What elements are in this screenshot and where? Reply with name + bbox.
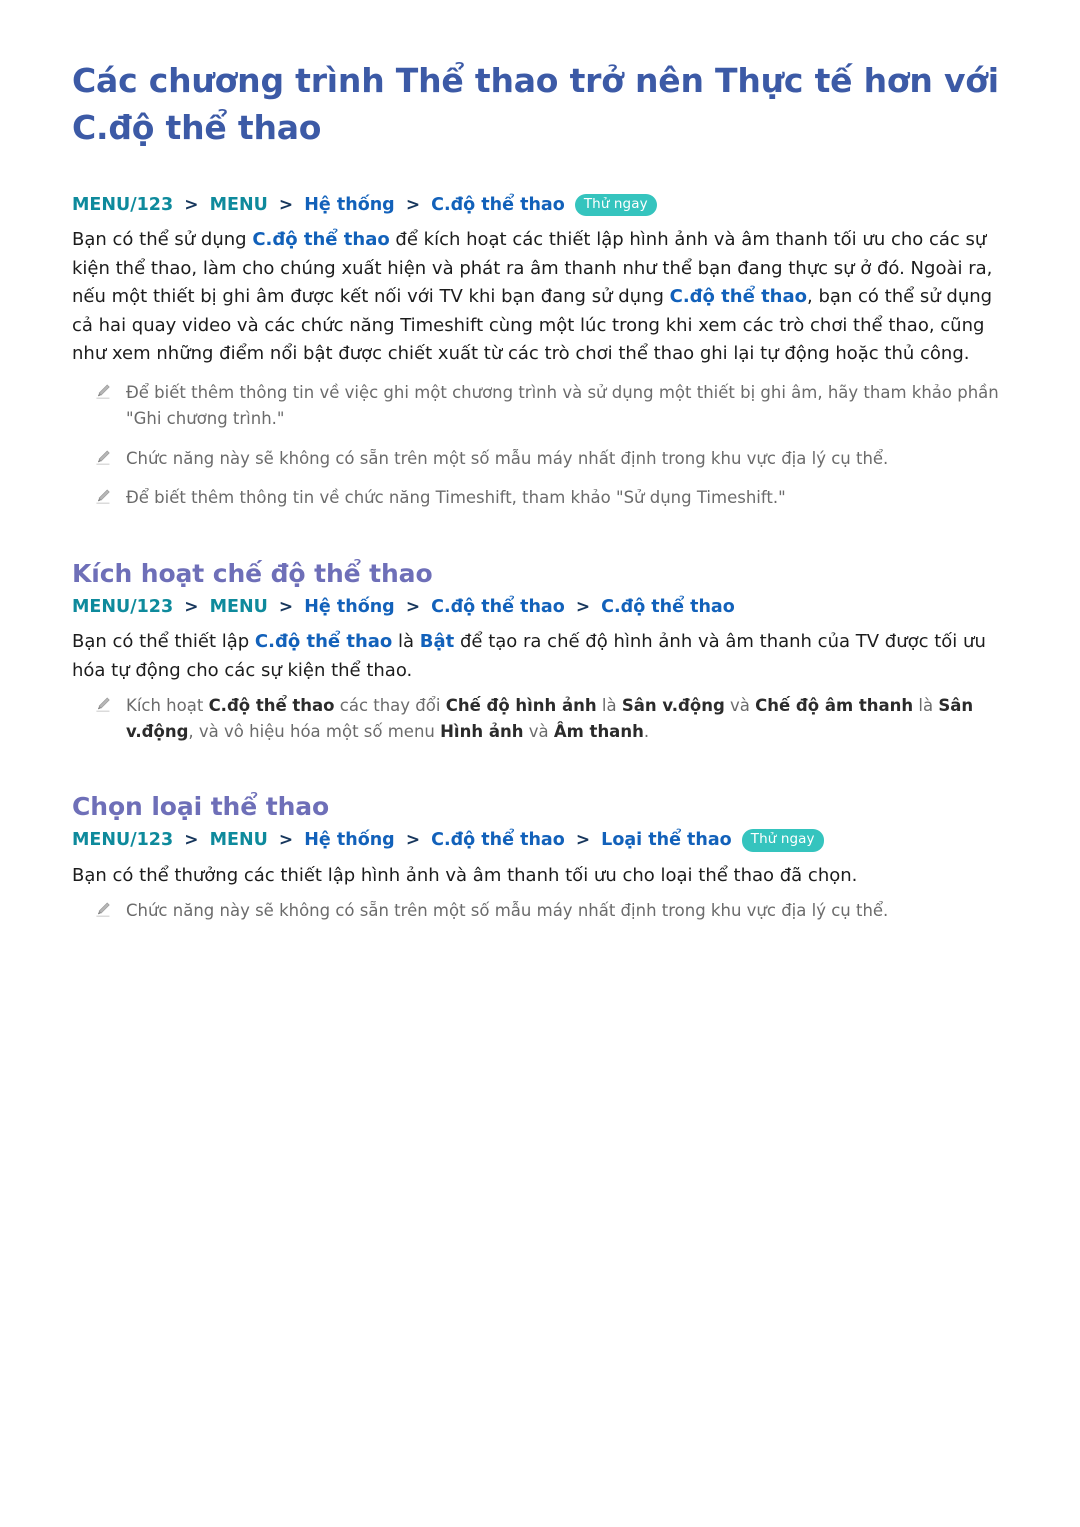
page-title: Các chương trình Thể thao trở nên Thực t… xyxy=(72,61,999,147)
breadcrumb-separator-icon: > xyxy=(278,596,294,617)
note-emphasis-sound-mode: Chế độ âm thanh xyxy=(755,696,914,716)
note-text: Chức năng này sẽ không có sẵn trên một s… xyxy=(126,448,889,468)
breadcrumb-separator-icon: > xyxy=(405,830,421,851)
note-text: Để biết thêm thông tin về chức năng Time… xyxy=(126,488,786,508)
note-text: Kích hoạt C.độ thể thao các thay đổi Chế… xyxy=(126,693,1018,744)
note-text-segment: , và vô hiệu hóa một số menu xyxy=(188,721,441,741)
pencil-icon xyxy=(96,697,110,712)
breadcrumb-item-menu[interactable]: MENU xyxy=(210,597,268,617)
note-text-segment: Kích hoạt xyxy=(126,696,209,716)
breadcrumb-item-menu[interactable]: MENU xyxy=(210,830,268,850)
breadcrumb-item-sports-mode[interactable]: C.độ thể thao xyxy=(431,830,565,850)
section-choose-sport-type: Chọn loại thể thao MENU/123 > MENU > Hệ … xyxy=(72,792,1018,924)
pencil-icon xyxy=(96,384,110,400)
note-emphasis-picture-menu: Hình ảnh xyxy=(440,721,524,741)
try-now-badge[interactable]: Thử ngay xyxy=(741,829,824,852)
breadcrumb-item-sport-type[interactable]: Loại thể thao xyxy=(601,830,732,850)
intro-note-list: Để biết thêm thông tin về việc ghi một c… xyxy=(72,380,1018,510)
note-item: Kích hoạt C.độ thể thao các thay đổi Chế… xyxy=(72,693,1018,744)
breadcrumb-separator-icon: > xyxy=(278,830,294,851)
breadcrumb-item-system[interactable]: Hệ thống xyxy=(304,830,394,850)
note-text: Chức năng này sẽ không có sẵn trên một s… xyxy=(126,901,889,921)
breadcrumb-item-menu123[interactable]: MENU/123 xyxy=(72,195,173,215)
try-now-badge[interactable]: Thử ngay xyxy=(574,193,657,217)
inline-emphasis-sports-mode: C.độ thể thao xyxy=(252,229,390,251)
note-item: Chức năng này sẽ không có sẵn trên một s… xyxy=(72,898,1018,924)
pencil-icon xyxy=(96,489,110,504)
note-emphasis-stadium-1: Sân v.động xyxy=(621,696,725,716)
breadcrumb-activate: MENU/123 > MENU > Hệ thống > C.độ thể th… xyxy=(72,594,1018,621)
note-item: Chức năng này sẽ không có sẵn trên một s… xyxy=(72,446,1018,472)
inline-emphasis-sports-mode: C.độ thể thao xyxy=(669,286,807,308)
breadcrumb-item-menu[interactable]: MENU xyxy=(210,195,268,215)
paragraph-text-segment: là xyxy=(392,631,420,653)
note-text-segment: và xyxy=(523,721,554,741)
breadcrumb-separator-icon: > xyxy=(184,194,199,215)
note-text-segment: các thay đổi xyxy=(334,696,446,716)
note-text: Để biết thêm thông tin về việc ghi một c… xyxy=(126,383,999,428)
note-item: Để biết thêm thông tin về chức năng Time… xyxy=(72,485,1018,511)
section-heading: Chọn loại thể thao xyxy=(72,792,330,822)
breadcrumb-item-system[interactable]: Hệ thống xyxy=(304,195,394,215)
breadcrumb-separator-icon: > xyxy=(575,830,591,851)
activate-note-list: Kích hoạt C.độ thể thao các thay đổi Chế… xyxy=(72,693,1018,744)
note-text-segment: là xyxy=(596,696,622,716)
inline-emphasis-on: Bật xyxy=(419,631,455,653)
note-emphasis-sports-mode: C.độ thể thao xyxy=(208,696,335,716)
breadcrumb-item-sports-mode-setting[interactable]: C.độ thể thao xyxy=(601,597,735,617)
note-text-segment: . xyxy=(643,721,650,741)
intro-paragraph: Bạn có thể sử dụng C.độ thể thao để kích… xyxy=(72,226,1017,368)
note-text-segment: là xyxy=(913,696,939,716)
pencil-icon xyxy=(96,902,110,917)
breadcrumb-item-menu123[interactable]: MENU/123 xyxy=(72,830,173,850)
breadcrumb-separator-icon: > xyxy=(278,194,294,215)
note-text-segment: và xyxy=(724,696,756,716)
choose-note-list: Chức năng này sẽ không có sẵn trên một s… xyxy=(72,898,1018,924)
choose-paragraph: Bạn có thể thưởng các thiết lập hình ảnh… xyxy=(72,864,858,886)
note-emphasis-sound-menu: Âm thanh xyxy=(553,721,644,741)
breadcrumb-choose: MENU/123 > MENU > Hệ thống > C.độ thể th… xyxy=(72,827,1018,854)
section-heading: Kích hoạt chế độ thể thao xyxy=(72,558,433,588)
breadcrumb-item-system[interactable]: Hệ thống xyxy=(304,597,394,617)
breadcrumb-separator-icon: > xyxy=(405,194,421,215)
note-item: Để biết thêm thông tin về việc ghi một c… xyxy=(72,380,1018,431)
manual-page: Các chương trình Thể thao trở nên Thực t… xyxy=(0,0,1080,1527)
paragraph-text-segment: Bạn có thể sử dụng xyxy=(72,229,253,251)
breadcrumb-separator-icon: > xyxy=(184,596,199,617)
breadcrumb-item-sports-mode[interactable]: C.độ thể thao xyxy=(431,195,565,215)
note-emphasis-picture-mode: Chế độ hình ảnh xyxy=(445,696,597,716)
paragraph-text-segment: Bạn có thể thiết lập xyxy=(72,631,255,653)
pencil-icon xyxy=(96,450,110,465)
section-activate-sports-mode: Kích hoạt chế độ thể thao MENU/123 > MEN… xyxy=(72,559,1018,745)
breadcrumb-item-sports-mode[interactable]: C.độ thể thao xyxy=(431,597,565,617)
breadcrumb-separator-icon: > xyxy=(405,596,421,617)
breadcrumb-item-menu123[interactable]: MENU/123 xyxy=(72,597,173,617)
breadcrumb-separator-icon: > xyxy=(184,830,199,851)
activate-paragraph: Bạn có thể thiết lập C.độ thể thao là Bậ… xyxy=(72,628,1017,685)
inline-emphasis-sports-mode: C.độ thể thao xyxy=(254,631,393,653)
breadcrumb-intro: MENU/123 > MENU > Hệ thống > C.độ thể th… xyxy=(72,192,1018,219)
breadcrumb-separator-icon: > xyxy=(575,596,591,617)
